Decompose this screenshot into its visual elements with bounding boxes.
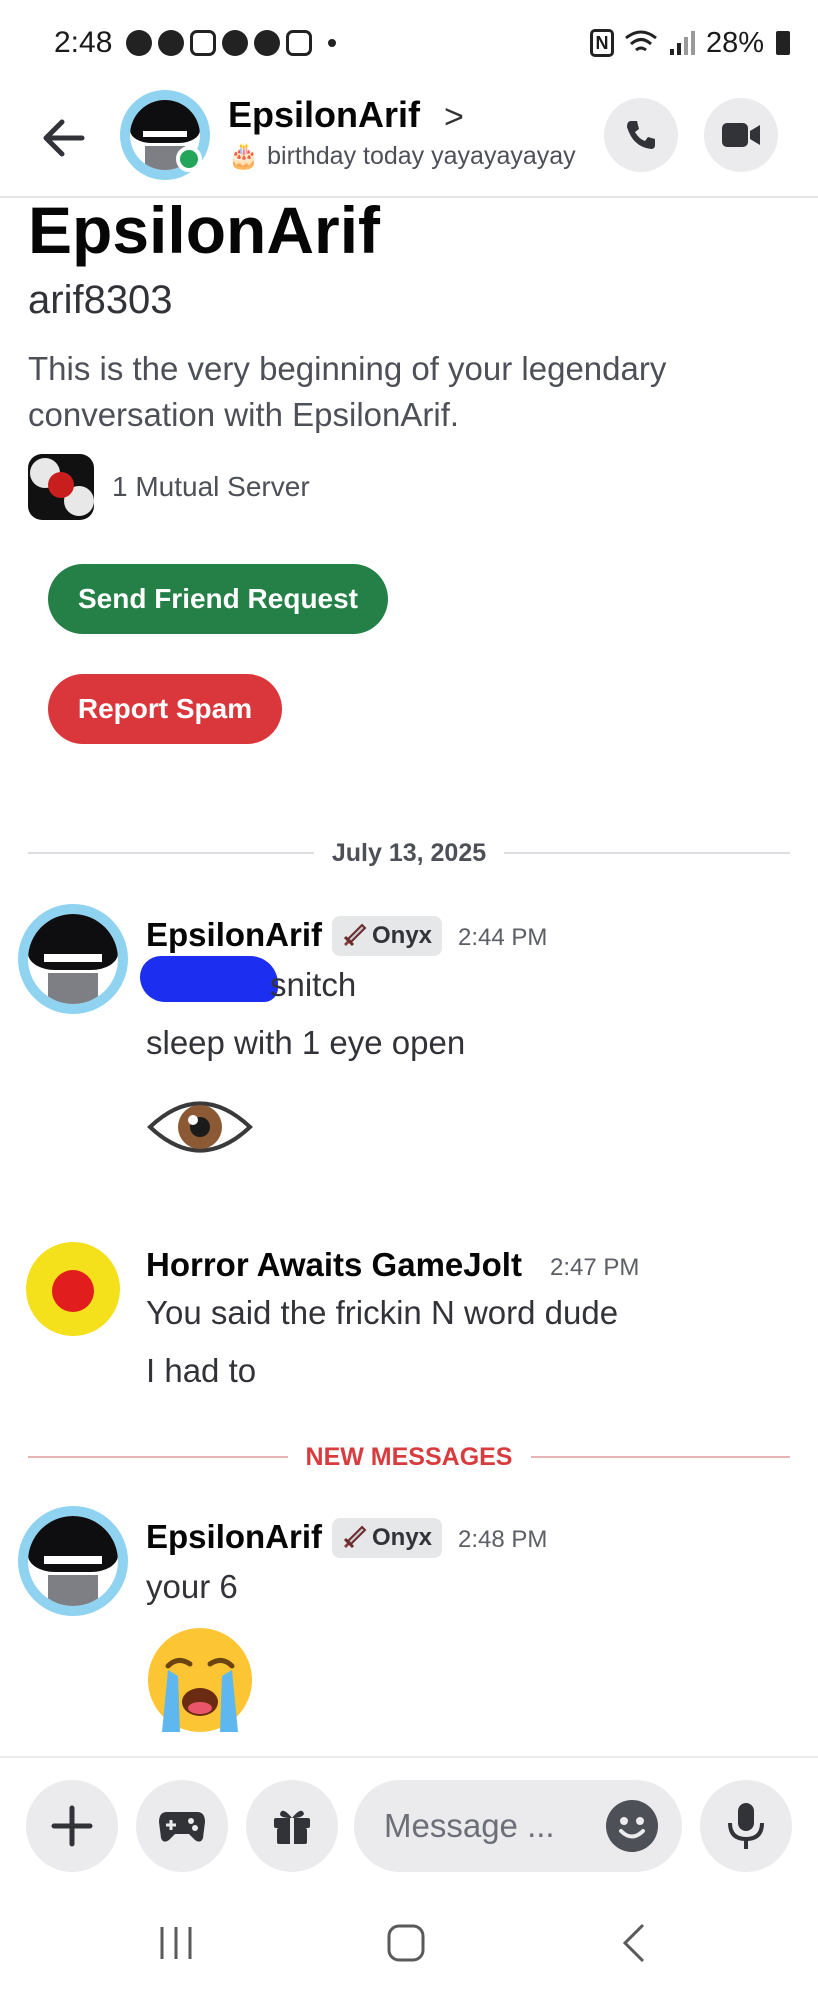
intro-username: arif8303 bbox=[28, 278, 173, 322]
discord-icon-2 bbox=[254, 30, 281, 56]
intro-display-name: EpsilonArif bbox=[28, 193, 381, 267]
send-friend-request-button[interactable]: Send Friend Request bbox=[48, 564, 388, 634]
chat-bubble-icon bbox=[158, 30, 185, 56]
battery-percent: 28% bbox=[705, 26, 764, 59]
back-arrow-icon[interactable] bbox=[38, 112, 90, 164]
microphone-icon bbox=[728, 1803, 764, 1849]
message-text: snitch bbox=[270, 966, 357, 1003]
sword-icon bbox=[343, 923, 367, 947]
nfc-icon: N bbox=[589, 29, 614, 57]
notification-icons bbox=[126, 30, 337, 56]
battery-icon bbox=[776, 31, 790, 55]
plus-icon bbox=[51, 1805, 93, 1847]
gift-icon bbox=[274, 1810, 310, 1844]
back-chevron-icon bbox=[622, 1923, 645, 1963]
voice-message-button[interactable] bbox=[700, 1780, 792, 1872]
guild-tag[interactable]: Onyx bbox=[332, 1518, 443, 1558]
instagram-icon-2 bbox=[286, 30, 313, 56]
back-button[interactable] bbox=[604, 1918, 664, 1968]
gamepad-icon bbox=[159, 1812, 205, 1842]
message-timestamp: 2:48 PM bbox=[458, 1526, 548, 1553]
video-icon bbox=[722, 123, 760, 147]
message-composer bbox=[0, 1756, 818, 1884]
gift-button[interactable] bbox=[246, 1780, 338, 1872]
mutual-server-icon bbox=[28, 454, 94, 520]
message-author[interactable]: Horror Awaits GameJolt bbox=[146, 1246, 522, 1284]
report-spam-button[interactable]: Report Spam bbox=[48, 674, 282, 744]
new-messages-divider: NEW MESSAGES bbox=[28, 1440, 791, 1474]
video-call-button[interactable] bbox=[704, 98, 778, 172]
date-divider-label: July 13, 2025 bbox=[331, 838, 487, 867]
dnd-icon bbox=[126, 30, 153, 56]
guild-tag-label: Onyx bbox=[372, 922, 433, 949]
eye-emoji-icon bbox=[147, 1101, 253, 1153]
wifi-icon bbox=[625, 30, 657, 52]
custom-status: 🎂 birthday today yayayayayay bbox=[228, 142, 576, 171]
status-bar: 2:48 N 28% bbox=[0, 0, 818, 86]
message-avatar-epsilonarif[interactable] bbox=[18, 1506, 128, 1616]
home-icon bbox=[387, 1924, 425, 1962]
message-timestamp: 2:44 PM bbox=[458, 924, 548, 951]
online-status-icon bbox=[176, 146, 202, 172]
message-avatar-epsilonarif[interactable] bbox=[18, 904, 128, 1014]
message-text: sleep with 1 eye open bbox=[146, 1024, 466, 1061]
chevron-right-icon[interactable]: > bbox=[444, 98, 464, 137]
message-text: your 6 bbox=[146, 1568, 238, 1605]
recent-apps-icon bbox=[160, 1927, 192, 1959]
system-indicators: N 28% bbox=[589, 26, 790, 60]
signal-icon bbox=[669, 31, 695, 55]
header-username[interactable]: EpsilonArif bbox=[228, 94, 420, 136]
intro-description: This is the very beginning of your legen… bbox=[28, 350, 667, 433]
message-avatar-horror-awaits[interactable] bbox=[26, 1242, 120, 1336]
date-divider: July 13, 2025 bbox=[28, 836, 791, 870]
emoji-picker-button[interactable] bbox=[606, 1800, 658, 1852]
message-author[interactable]: EpsilonArif bbox=[146, 1518, 322, 1556]
activities-button[interactable] bbox=[136, 1780, 228, 1872]
new-messages-label: NEW MESSAGES bbox=[305, 1442, 513, 1471]
recent-apps-button[interactable] bbox=[146, 1918, 206, 1968]
message-author[interactable]: EpsilonArif bbox=[146, 916, 322, 954]
discord-icon bbox=[222, 30, 249, 56]
status-time: 2:48 bbox=[54, 26, 113, 59]
instagram-icon bbox=[190, 30, 217, 56]
guild-tag-label: Onyx bbox=[372, 1524, 433, 1551]
cake-icon: 🎂 bbox=[228, 142, 260, 170]
emoji-icon bbox=[619, 1817, 645, 1839]
phone-icon bbox=[627, 121, 655, 149]
message-text: You said the frickin N word dude bbox=[146, 1294, 619, 1331]
mutual-servers[interactable]: 1 Mutual Server bbox=[28, 454, 310, 520]
custom-status-text: birthday today yayayayayay bbox=[267, 142, 576, 170]
loudly-crying-face-emoji-icon bbox=[148, 1628, 252, 1732]
message-timestamp: 2:47 PM bbox=[550, 1254, 640, 1281]
mutual-servers-label: 1 Mutual Server bbox=[112, 471, 310, 502]
home-button[interactable] bbox=[376, 1918, 436, 1968]
channel-header: EpsilonArif > 🎂 birthday today yayayayay… bbox=[0, 86, 818, 198]
sword-icon bbox=[343, 1525, 367, 1549]
attach-button[interactable] bbox=[26, 1780, 118, 1872]
message-text: I had to bbox=[146, 1352, 257, 1389]
system-navigation-bar bbox=[0, 1884, 818, 2000]
guild-tag[interactable]: Onyx bbox=[332, 916, 443, 956]
more-notifications-dot-icon bbox=[328, 39, 337, 47]
redaction-scribble bbox=[140, 956, 278, 1002]
voice-call-button[interactable] bbox=[604, 98, 678, 172]
